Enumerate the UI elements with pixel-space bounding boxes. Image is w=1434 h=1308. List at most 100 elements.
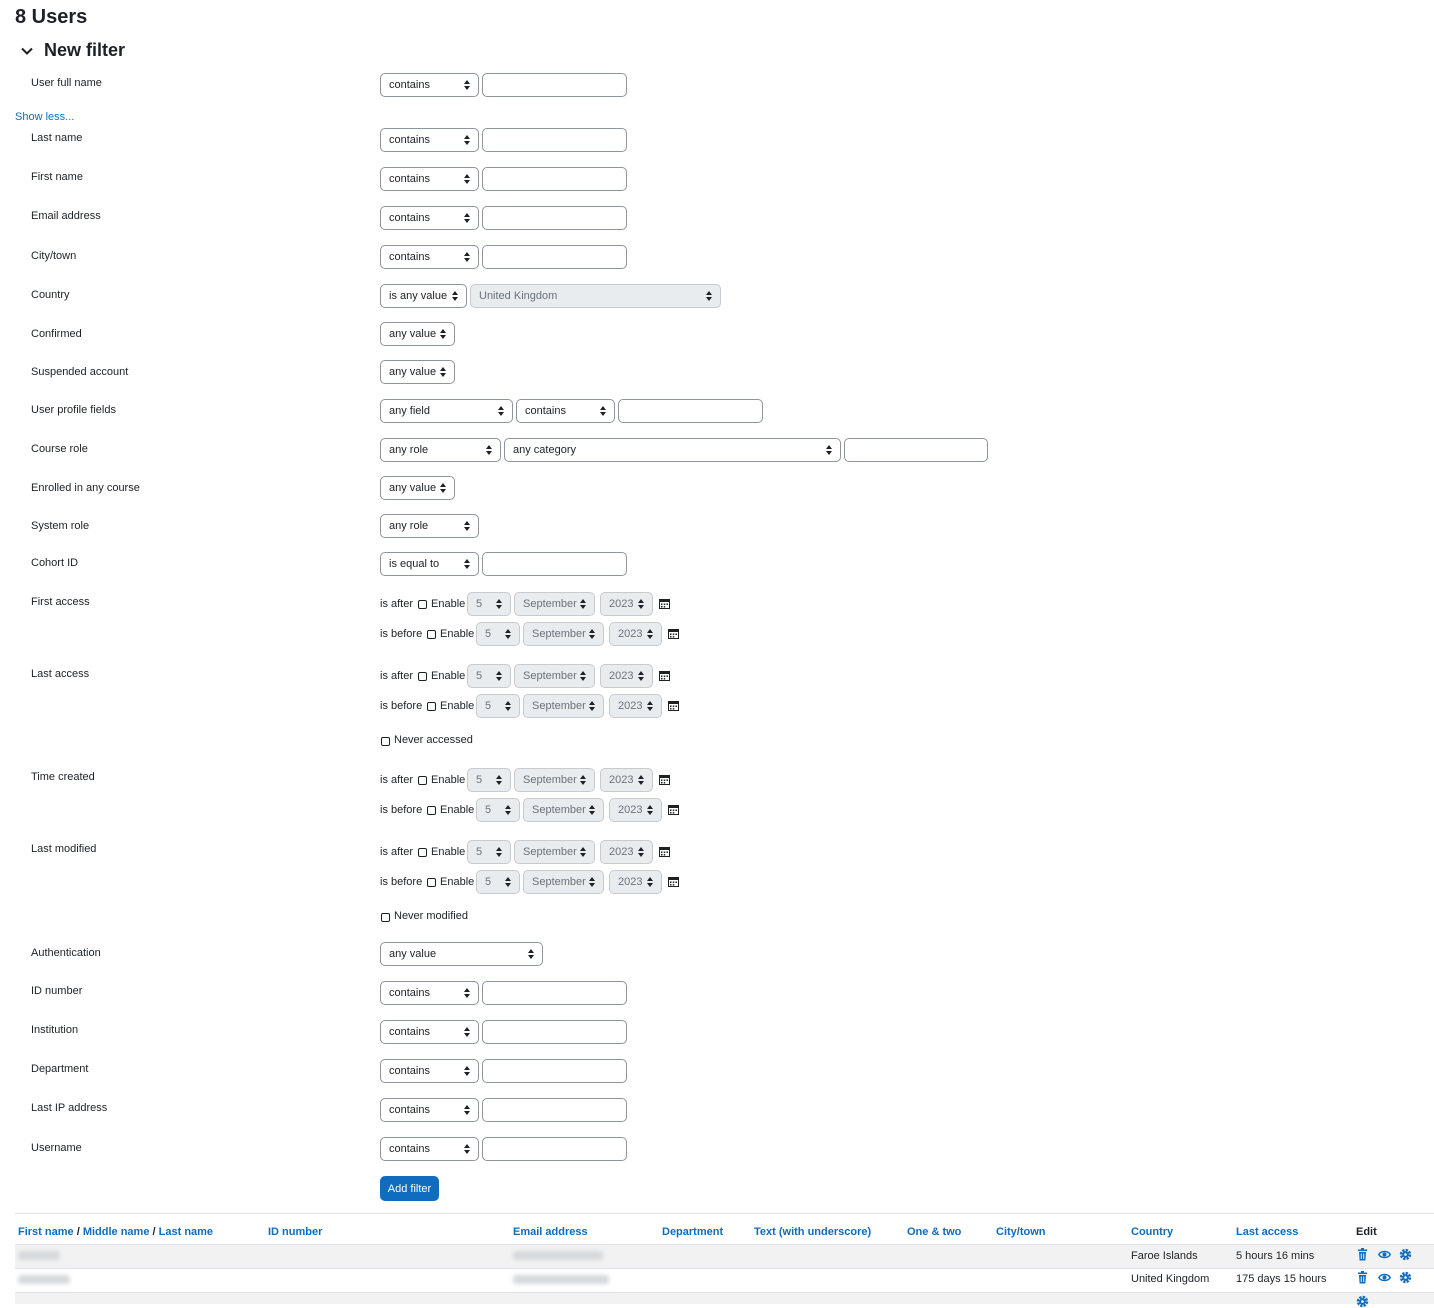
calendar-icon[interactable] bbox=[659, 598, 670, 609]
confirmed-select[interactable]: any value bbox=[380, 322, 455, 346]
enable-checkbox[interactable] bbox=[418, 600, 427, 609]
month-select[interactable]: September bbox=[523, 870, 604, 894]
calendar-icon[interactable] bbox=[668, 700, 679, 711]
never-accessed-checkbox[interactable] bbox=[381, 737, 390, 746]
email-input[interactable] bbox=[482, 206, 627, 230]
gear-icon[interactable] bbox=[1399, 1248, 1412, 1261]
calendar-icon[interactable] bbox=[668, 628, 679, 639]
last-ip-operator-select[interactable]: contains bbox=[380, 1098, 479, 1122]
authentication-select[interactable]: any value bbox=[380, 942, 543, 966]
day-select[interactable]: 5 bbox=[467, 592, 511, 616]
sort-text-underscore-link[interactable]: Text (with underscore) bbox=[754, 1226, 871, 1238]
sort-city-link[interactable]: City/town bbox=[996, 1226, 1046, 1238]
user-full-name-input[interactable] bbox=[482, 73, 627, 97]
last-ip-input[interactable] bbox=[482, 1098, 627, 1122]
course-category-select[interactable]: any category bbox=[504, 438, 841, 462]
username-operator-select[interactable]: contains bbox=[380, 1137, 479, 1161]
eye-icon[interactable] bbox=[1378, 1248, 1391, 1261]
day-select[interactable]: 5 bbox=[476, 694, 520, 718]
sort-last-name-link[interactable]: Last name bbox=[159, 1226, 213, 1238]
year-select[interactable]: 2023 bbox=[600, 664, 653, 688]
day-select[interactable]: 5 bbox=[476, 798, 520, 822]
year-select[interactable]: 2023 bbox=[609, 694, 662, 718]
enable-checkbox[interactable] bbox=[427, 878, 436, 887]
calendar-icon[interactable] bbox=[668, 804, 679, 815]
day-select[interactable]: 5 bbox=[467, 768, 511, 792]
year-select[interactable]: 2023 bbox=[609, 622, 662, 646]
course-role-select[interactable]: any role bbox=[380, 438, 501, 462]
id-number-operator-select[interactable]: contains bbox=[380, 981, 479, 1005]
first-name-operator-select[interactable]: contains bbox=[380, 167, 479, 191]
city-operator-select[interactable]: contains bbox=[380, 245, 479, 269]
institution-input[interactable] bbox=[482, 1020, 627, 1044]
delete-icon[interactable] bbox=[1356, 1248, 1369, 1261]
system-role-select[interactable]: any role bbox=[380, 514, 479, 538]
id-number-input[interactable] bbox=[482, 981, 627, 1005]
sort-country-link[interactable]: Country bbox=[1131, 1226, 1173, 1238]
enable-checkbox[interactable] bbox=[418, 776, 427, 785]
delete-icon[interactable] bbox=[1356, 1271, 1369, 1284]
institution-operator-select[interactable]: contains bbox=[380, 1020, 479, 1044]
last-name-input[interactable] bbox=[482, 128, 627, 152]
sort-id-number-link[interactable]: ID number bbox=[268, 1226, 322, 1238]
enable-checkbox[interactable] bbox=[427, 702, 436, 711]
show-less-link[interactable]: Show less... bbox=[15, 111, 74, 123]
user-full-name-operator-select[interactable]: contains bbox=[380, 73, 479, 97]
sort-email-link[interactable]: Email address bbox=[513, 1226, 588, 1238]
month-select[interactable]: September bbox=[523, 622, 604, 646]
suspended-select[interactable]: any value bbox=[380, 360, 455, 384]
profile-field-select[interactable]: any field bbox=[380, 399, 513, 423]
department-input[interactable] bbox=[482, 1059, 627, 1083]
course-name-input[interactable] bbox=[844, 438, 988, 462]
country-value-select[interactable]: United Kingdom bbox=[470, 284, 721, 308]
calendar-icon[interactable] bbox=[659, 774, 670, 785]
is-before-label: is before bbox=[380, 876, 423, 888]
email-operator-select[interactable]: contains bbox=[380, 206, 479, 230]
year-select[interactable]: 2023 bbox=[609, 798, 662, 822]
sort-last-access-link[interactable]: Last access bbox=[1236, 1226, 1298, 1238]
enable-checkbox[interactable] bbox=[427, 630, 436, 639]
day-select[interactable]: 5 bbox=[467, 664, 511, 688]
year-select[interactable]: 2023 bbox=[609, 870, 662, 894]
month-select[interactable]: September bbox=[514, 840, 595, 864]
enable-checkbox[interactable] bbox=[418, 848, 427, 857]
username-input[interactable] bbox=[482, 1137, 627, 1161]
enable-checkbox[interactable] bbox=[427, 806, 436, 815]
gear-icon[interactable] bbox=[1356, 1295, 1369, 1308]
enrolled-select[interactable]: any value bbox=[380, 476, 455, 500]
month-select[interactable]: September bbox=[514, 592, 595, 616]
eye-icon[interactable] bbox=[1378, 1271, 1391, 1284]
cohort-input[interactable] bbox=[482, 552, 627, 576]
never-modified-checkbox[interactable] bbox=[381, 913, 390, 922]
day-select[interactable]: 5 bbox=[476, 870, 520, 894]
year-select[interactable]: 2023 bbox=[600, 840, 653, 864]
calendar-icon[interactable] bbox=[659, 846, 670, 857]
day-select[interactable]: 5 bbox=[476, 622, 520, 646]
enable-checkbox[interactable] bbox=[418, 672, 427, 681]
calendar-icon[interactable] bbox=[668, 876, 679, 887]
profile-value-input[interactable] bbox=[618, 399, 763, 423]
calendar-icon[interactable] bbox=[659, 670, 670, 681]
country-operator-select[interactable]: is any value bbox=[380, 284, 467, 308]
month-select[interactable]: September bbox=[514, 768, 595, 792]
add-filter-button[interactable]: Add filter bbox=[380, 1176, 439, 1201]
new-filter-toggle[interactable]: New filter bbox=[20, 40, 125, 61]
department-operator-select[interactable]: contains bbox=[380, 1059, 479, 1083]
day-select[interactable]: 5 bbox=[467, 840, 511, 864]
year-select[interactable]: 2023 bbox=[600, 768, 653, 792]
sort-one-two-link[interactable]: One & two bbox=[907, 1226, 961, 1238]
sort-first-name-link[interactable]: First name bbox=[18, 1226, 74, 1238]
last-name-operator-select[interactable]: contains bbox=[380, 128, 479, 152]
profile-operator-select[interactable]: contains bbox=[516, 399, 615, 423]
sort-department-link[interactable]: Department bbox=[662, 1226, 723, 1238]
cohort-operator-select[interactable]: is equal to bbox=[380, 552, 479, 576]
month-select[interactable]: September bbox=[523, 694, 604, 718]
month-select[interactable]: September bbox=[514, 664, 595, 688]
month-select[interactable]: September bbox=[523, 798, 604, 822]
city-input[interactable] bbox=[482, 245, 627, 269]
year-select[interactable]: 2023 bbox=[600, 592, 653, 616]
sort-middle-name-link[interactable]: Middle name bbox=[83, 1226, 150, 1238]
is-after-label: is after bbox=[380, 670, 414, 682]
gear-icon[interactable] bbox=[1399, 1271, 1412, 1284]
first-name-input[interactable] bbox=[482, 167, 627, 191]
